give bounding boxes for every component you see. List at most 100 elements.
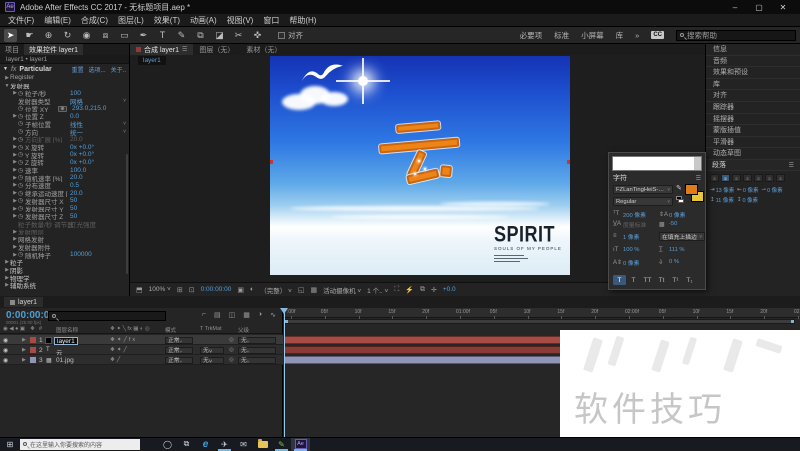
property-value[interactable]: 50 xyxy=(70,205,77,212)
stopwatch-icon[interactable]: ◷ xyxy=(18,120,25,127)
property-value[interactable]: 0x +0.0° xyxy=(70,144,94,151)
zoom-tool[interactable]: ⊕ xyxy=(42,29,55,42)
stopwatch-icon[interactable]: ◷ xyxy=(18,213,25,220)
effect-property-row[interactable]: ▶◷速率100.0 xyxy=(0,166,129,174)
trkmat-dropdown[interactable]: 无˅ xyxy=(200,357,224,364)
parent-dropdown[interactable]: 无˅ xyxy=(238,347,276,354)
parent-pickwhip-icon[interactable]: ◎ xyxy=(229,347,234,353)
trkmat-dropdown[interactable]: 无˅ xyxy=(200,347,224,354)
fill-color-swatch[interactable] xyxy=(685,184,698,195)
property-value[interactable]: 线性 xyxy=(70,120,83,128)
effect-property-row[interactable]: ▶◷方向扩展 [%]20.0 xyxy=(0,136,129,144)
blend-mode-dropdown[interactable]: 正常˅ xyxy=(165,337,193,344)
effect-property-row[interactable]: ▶◷随机种子100000 xyxy=(0,251,129,259)
effect-link[interactable]: 重置 xyxy=(72,65,84,74)
menu-item[interactable]: 合成(C) xyxy=(81,15,108,26)
scrollbar[interactable] xyxy=(126,154,128,274)
layer-handle[interactable] xyxy=(567,160,570,164)
effect-property-row[interactable]: ◷方向统一˅ xyxy=(0,128,129,136)
stopwatch-icon[interactable]: ◷ xyxy=(18,128,25,135)
menu-item[interactable]: 编辑(E) xyxy=(44,15,71,26)
mask-visibility-icon[interactable]: ⊡ xyxy=(189,286,195,294)
indent-first-line-field[interactable]: ⇀0 像素 xyxy=(761,186,782,194)
indent-right-field[interactable]: ⇤0 像素 xyxy=(737,186,758,194)
align-center-button[interactable]: ≡ xyxy=(721,174,730,182)
stopwatch-icon[interactable]: ◷ xyxy=(18,190,25,197)
faux-style-button[interactable]: T₁ xyxy=(683,275,696,285)
workspace-overflow-button[interactable]: » xyxy=(635,31,639,40)
menu-item[interactable]: 文件(F) xyxy=(8,15,34,26)
hand-tool[interactable]: ☛ xyxy=(23,29,36,42)
property-value[interactable]: 100 xyxy=(70,90,81,97)
close-button[interactable]: ✕ xyxy=(771,3,795,12)
font-search-input[interactable] xyxy=(612,156,702,171)
stopwatch-icon[interactable]: ◷ xyxy=(18,205,25,212)
effect-property-row[interactable]: 发射器类型网格˅ xyxy=(0,97,129,105)
effect-property-row[interactable]: ▶网格发射 xyxy=(0,235,129,243)
camera-view-dropdown[interactable]: 活动摄像机 ˅ xyxy=(323,285,361,295)
grid-guides-icon[interactable]: ⊞ xyxy=(177,286,183,294)
work-area-start-handle[interactable] xyxy=(285,320,288,323)
workspace-tab[interactable]: 库 xyxy=(616,30,624,41)
property-value[interactable]: 100000 xyxy=(70,251,92,258)
effect-property-row[interactable]: 粒子数量/秒 调节器灯光强度 xyxy=(0,220,129,228)
graph-editor-icon[interactable]: ∿ xyxy=(270,311,276,319)
clone-stamp-tool[interactable]: ⧉ xyxy=(194,29,207,42)
snap-toggle[interactable]: 对齐 xyxy=(278,30,303,41)
faux-style-button[interactable]: T xyxy=(627,275,640,285)
after-effects-icon[interactable]: Ae xyxy=(291,438,310,451)
effect-header[interactable]: ▼ fx Particular 重置选项...关于.. xyxy=(0,64,129,74)
help-search-input[interactable]: 搜索帮助 xyxy=(676,30,796,41)
work-area-end-handle[interactable] xyxy=(791,320,794,323)
roi-icon[interactable]: ◱ xyxy=(298,286,305,294)
dock-tab[interactable]: 信息 xyxy=(706,44,800,56)
cortana-icon[interactable]: ◯ xyxy=(158,438,177,451)
property-value[interactable]: 20.0 xyxy=(70,174,83,181)
align-left-button[interactable]: ≡ xyxy=(710,174,719,182)
property-value[interactable]: 20.0 xyxy=(70,136,83,143)
layer-expand-icon[interactable]: ▶ xyxy=(22,337,26,343)
proportional-spacing-value[interactable]: 0 % xyxy=(669,259,679,265)
workspace-tab[interactable]: 必要项 xyxy=(520,30,543,41)
snapshot-icon[interactable]: ▣ xyxy=(237,286,244,294)
property-value[interactable]: 0.0 xyxy=(70,113,79,120)
app-chat-icon[interactable]: ✉ xyxy=(234,438,253,451)
minimize-button[interactable]: – xyxy=(723,3,747,12)
tracking-value[interactable]: -50 xyxy=(669,221,677,227)
taskbar-search-input[interactable]: 在这里输入你要搜索的内容 xyxy=(20,439,140,450)
stopwatch-icon[interactable]: ◷ xyxy=(18,159,25,166)
pan-behind-tool[interactable]: ⧈ xyxy=(99,29,112,42)
dock-tab[interactable]: 蒙版插值 xyxy=(706,125,800,137)
effect-property-row[interactable]: ▶◷随机速率 [%]20.0 xyxy=(0,174,129,182)
indent-left-field[interactable]: ⇥13 像素 xyxy=(710,186,734,194)
effect-property-row[interactable]: ▶◷X 旋转0x +0.0° xyxy=(0,143,129,151)
mode-header[interactable]: 模式 xyxy=(165,326,176,334)
panel-menu-icon[interactable]: ☰ xyxy=(182,46,187,53)
layer-row[interactable]: ◉▶1layer1❖✦╱fx正常˅◎无˅ xyxy=(0,335,283,345)
layer-label-chip[interactable] xyxy=(30,337,36,343)
stopwatch-icon[interactable]: ◷ xyxy=(18,174,25,181)
layer-label-chip[interactable] xyxy=(30,357,36,363)
effect-property-row[interactable]: ▶◷位置 Z0.0 xyxy=(0,112,129,120)
scrollbar[interactable] xyxy=(694,157,701,170)
app-editor-icon[interactable]: ✎ xyxy=(272,438,291,451)
menu-item[interactable]: 动画(A) xyxy=(190,15,217,26)
eyedropper-icon[interactable]: ✎ xyxy=(676,184,682,192)
layer-handle[interactable] xyxy=(270,160,273,164)
property-value[interactable]: 50 xyxy=(70,197,77,204)
dock-tab[interactable]: 对齐 xyxy=(706,90,800,102)
motion-blur-icon[interactable]: ◑ xyxy=(258,311,262,319)
parent-pickwhip-icon[interactable]: ◎ xyxy=(229,337,234,343)
effect-property-row[interactable]: ◷位置 XY⊕293.0,215.0 xyxy=(0,105,129,113)
dock-tab[interactable]: 效果和预设 xyxy=(706,67,800,79)
effect-property-row[interactable]: ▶◷继承运动速度 [20.0 xyxy=(0,189,129,197)
property-value[interactable]: 293.0,215.0 xyxy=(72,105,106,112)
vertical-scale-value[interactable]: 100 % xyxy=(623,247,639,253)
property-value[interactable]: 0x +0.0° xyxy=(70,151,94,158)
effect-property-row[interactable]: ▶◷发射器尺寸 Y50 xyxy=(0,205,129,213)
dock-tab[interactable]: 动态草图 xyxy=(706,148,800,160)
edge-icon[interactable]: e xyxy=(196,438,215,451)
workspace-tab[interactable]: 标准 xyxy=(554,30,569,41)
playhead-handle[interactable] xyxy=(280,308,288,318)
faux-style-button[interactable]: T¹ xyxy=(669,275,682,285)
